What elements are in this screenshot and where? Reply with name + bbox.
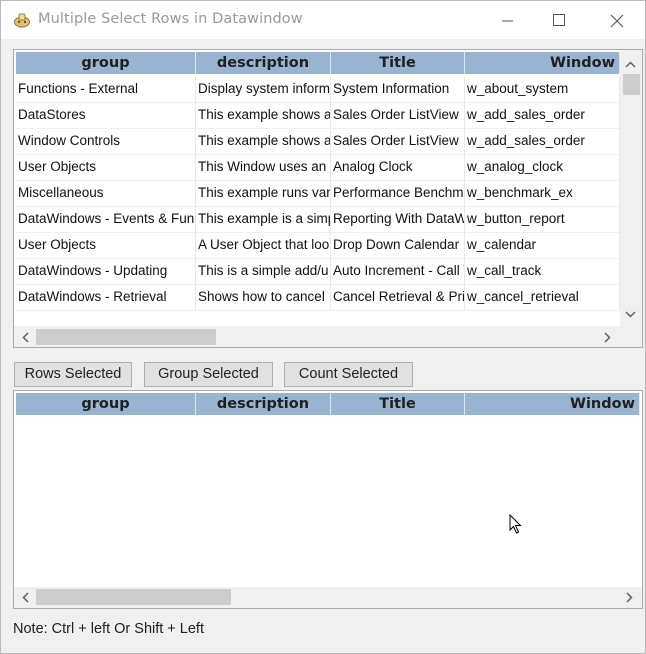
table-row[interactable]: User Objects This Window uses an Analog … xyxy=(14,155,620,181)
cell-window: w_calendar xyxy=(465,233,620,259)
horizontal-scroll-thumb[interactable] xyxy=(36,589,231,605)
scroll-down-icon[interactable] xyxy=(622,306,639,323)
horizontal-scroll-thumb[interactable] xyxy=(36,329,216,345)
cell-description: Shows how to cancel xyxy=(196,285,331,311)
table-row[interactable]: DataWindows - Events & Func This example… xyxy=(14,207,620,233)
column-header-title[interactable]: Title xyxy=(331,52,465,74)
horizontal-scrollbar[interactable] xyxy=(14,587,642,608)
scroll-corner xyxy=(620,326,642,347)
cell-window: w_benchmark_ex xyxy=(465,181,620,207)
column-header-description[interactable]: description xyxy=(196,52,331,74)
minimize-icon xyxy=(502,20,513,22)
cell-title: Cancel Retrieval & Prir xyxy=(331,285,465,311)
cell-title: Auto Increment - Call T xyxy=(331,259,465,285)
cell-title: Drop Down Calendar xyxy=(331,233,465,259)
cell-title: Reporting With DataW xyxy=(331,207,465,233)
cell-group: Miscellaneous xyxy=(16,181,196,207)
table-row[interactable]: User Objects A User Object that lool Dro… xyxy=(14,233,620,259)
window-title: Multiple Select Rows in Datawindow xyxy=(38,11,303,27)
column-header-title[interactable]: Title xyxy=(331,393,465,415)
cell-group: Window Controls xyxy=(16,129,196,155)
note-text: Note: Ctrl + left Or Shift + Left xyxy=(13,621,204,637)
count-selected-button[interactable]: Count Selected xyxy=(284,362,413,387)
cell-title: Performance Benchma xyxy=(331,181,465,207)
cell-description: This example is a simp xyxy=(196,207,331,233)
cell-title: Sales Order ListView xyxy=(331,129,465,155)
title-bar[interactable]: Multiple Select Rows in Datawindow xyxy=(1,1,645,39)
main-window: Multiple Select Rows in Datawindow group… xyxy=(0,0,646,654)
table-row[interactable]: DataStores This example shows a Sales Or… xyxy=(14,103,620,129)
cell-group: Functions - External xyxy=(16,77,196,103)
cell-description: Display system informa xyxy=(196,77,331,103)
vertical-scrollbar[interactable] xyxy=(620,50,642,326)
scroll-right-icon[interactable] xyxy=(621,589,638,606)
horizontal-scrollbar[interactable] xyxy=(14,326,620,347)
cell-description: This example shows a xyxy=(196,129,331,155)
table-row[interactable]: Miscellaneous This example runs vari Per… xyxy=(14,181,620,207)
cell-title: System Information xyxy=(331,77,465,103)
group-selected-button[interactable]: Group Selected xyxy=(144,362,273,387)
cell-description: This example shows a xyxy=(196,103,331,129)
cell-group: DataWindows - Retrieval xyxy=(16,285,196,311)
maximize-icon xyxy=(553,14,565,26)
column-header-window[interactable]: Window xyxy=(465,52,620,74)
cell-window: w_button_report xyxy=(465,207,620,233)
close-icon xyxy=(610,14,624,28)
cell-description: This is a simple add/u xyxy=(196,259,331,285)
maximize-button[interactable] xyxy=(534,1,588,39)
selected-datawindow[interactable]: group description Title Window xyxy=(13,390,643,609)
close-button[interactable] xyxy=(590,1,644,39)
vertical-scroll-thumb[interactable] xyxy=(623,74,640,95)
cell-window: w_call_track xyxy=(465,259,620,285)
column-header-group[interactable]: group xyxy=(16,52,196,74)
cell-description: A User Object that lool xyxy=(196,233,331,259)
table-row[interactable]: DataWindows - Retrieval Shows how to can… xyxy=(14,285,620,311)
scroll-left-icon[interactable] xyxy=(17,329,34,346)
cell-description: This example runs vari xyxy=(196,181,331,207)
cell-window: w_analog_clock xyxy=(465,155,620,181)
minimize-button[interactable] xyxy=(480,1,534,39)
table-row[interactable]: Functions - External Display system info… xyxy=(14,77,620,103)
cell-window: w_about_system xyxy=(465,77,620,103)
scroll-right-icon[interactable] xyxy=(599,329,616,346)
column-header-group[interactable]: group xyxy=(16,393,196,415)
rows-selected-button[interactable]: Rows Selected xyxy=(14,362,132,387)
cell-description: This Window uses an xyxy=(196,155,331,181)
cell-window: w_cancel_retrieval xyxy=(465,285,620,311)
scroll-left-icon[interactable] xyxy=(17,589,34,606)
cell-group: DataWindows - Events & Func xyxy=(16,207,196,233)
column-header-description[interactable]: description xyxy=(196,393,331,415)
cell-window: w_add_sales_order xyxy=(465,103,620,129)
cell-group: User Objects xyxy=(16,155,196,181)
app-icon xyxy=(14,13,30,28)
mouse-pointer-icon xyxy=(509,514,522,534)
cell-group: User Objects xyxy=(16,233,196,259)
scroll-up-icon[interactable] xyxy=(622,56,639,73)
cell-window: w_add_sales_order xyxy=(465,129,620,155)
cell-title: Analog Clock xyxy=(331,155,465,181)
source-datawindow[interactable]: group description Title Window Functions… xyxy=(13,49,643,348)
cell-title: Sales Order ListView xyxy=(331,103,465,129)
cell-group: DataWindows - Updating xyxy=(16,259,196,285)
table-row[interactable]: Window Controls This example shows a Sal… xyxy=(14,129,620,155)
table-row[interactable]: DataWindows - Updating This is a simple … xyxy=(14,259,620,285)
cell-group: DataStores xyxy=(16,103,196,129)
column-header-window[interactable]: Window xyxy=(465,393,640,415)
